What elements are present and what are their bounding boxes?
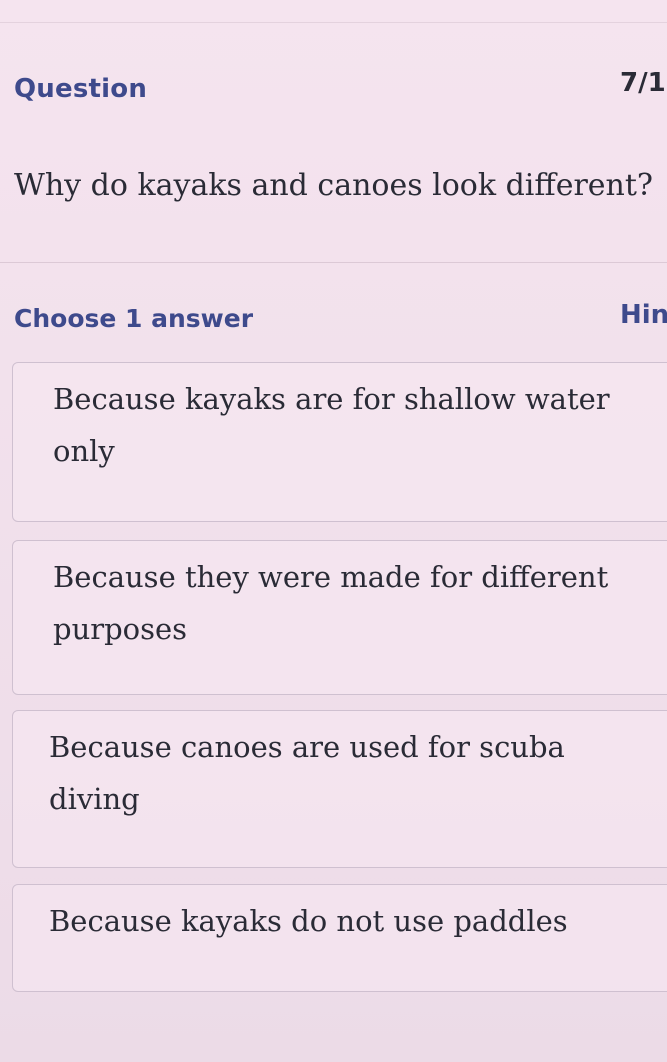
question-progress: 7/1 — [620, 68, 666, 98]
section-divider — [0, 262, 667, 263]
answer-choice-text: Because kayaks do not use paddles — [49, 904, 568, 938]
answer-choice-text: Because they were made for different pur… — [53, 560, 609, 646]
answer-choice[interactable]: Because they were made for different pur… — [12, 540, 667, 695]
answer-choice-text: Because kayaks are for shallow water onl… — [53, 382, 610, 468]
top-divider — [0, 22, 667, 23]
question-heading: Question — [14, 74, 148, 104]
question-prompt: Why do kayaks and canoes look different? — [14, 168, 654, 203]
answer-choice[interactable]: Because kayaks do not use paddles — [12, 884, 667, 992]
answer-choice[interactable]: Because canoes are used for scuba diving — [12, 710, 667, 868]
answer-instruction: Choose 1 answer — [14, 304, 254, 333]
answer-choice-text: Because canoes are used for scuba diving — [49, 730, 565, 816]
hint-button[interactable]: Hin — [620, 300, 667, 330]
answer-choice[interactable]: Because kayaks are for shallow water onl… — [12, 362, 667, 522]
